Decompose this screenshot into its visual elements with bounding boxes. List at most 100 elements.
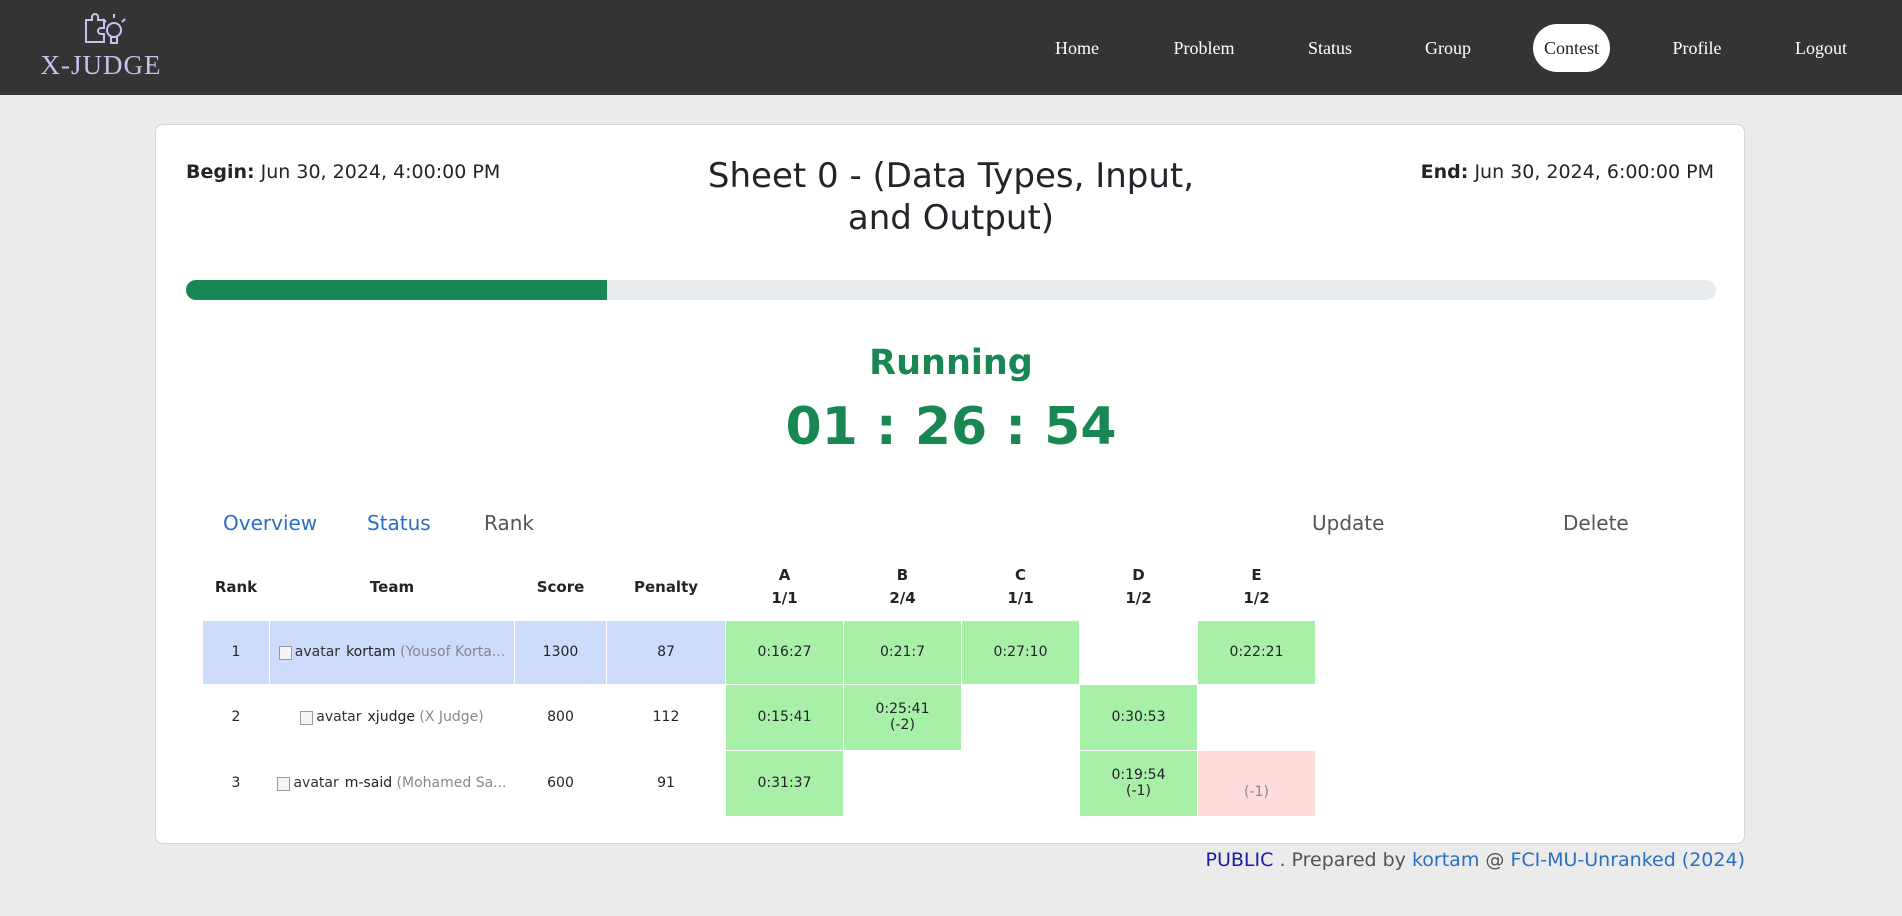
nav-group[interactable]: Group bbox=[1418, 24, 1478, 72]
problem-cell-empty bbox=[961, 749, 1080, 817]
problem-cell-empty bbox=[1079, 619, 1198, 685]
team-cell[interactable]: avatar kortam (Yousof Korta... bbox=[269, 619, 515, 685]
problem-cell-accepted[interactable]: 0:19:54 (-1) bbox=[1079, 749, 1198, 817]
solve-time: 0:19:54 bbox=[1111, 767, 1166, 783]
nav-problem[interactable]: Problem bbox=[1165, 24, 1243, 72]
team-fullname: (X Judge) bbox=[419, 709, 484, 725]
begin-value: Jun 30, 2024, 4:00:00 PM bbox=[260, 161, 501, 183]
end-time: End: Jun 30, 2024, 6:00:00 PM bbox=[1421, 161, 1714, 183]
problem-ratio: 1/2 bbox=[1125, 589, 1152, 608]
team-handle[interactable]: kortam bbox=[346, 644, 396, 660]
problem-ratio: 1/1 bbox=[1007, 589, 1034, 608]
rank-cell: 1 bbox=[202, 619, 270, 685]
wrong-attempts: (-1) bbox=[1244, 784, 1269, 800]
author-link[interactable]: kortam bbox=[1412, 849, 1479, 871]
wrong-attempts: (-1) bbox=[1126, 783, 1151, 799]
puzzle-lightbulb-icon bbox=[85, 13, 126, 44]
problem-cell-rejected[interactable]: (-1) bbox=[1197, 749, 1316, 817]
problem-letter: C bbox=[1014, 566, 1026, 585]
table-row: 2 avatar xjudge (X Judge) 800 112 0:15:41… bbox=[202, 683, 1316, 751]
problem-cell-accepted[interactable]: 0:31:37 bbox=[725, 749, 844, 817]
problem-letter: E bbox=[1251, 566, 1262, 585]
nav-logout[interactable]: Logout bbox=[1790, 24, 1852, 72]
problem-cell-accepted[interactable]: 0:16:27 bbox=[725, 619, 844, 685]
contest-card: Begin: Jun 30, 2024, 4:00:00 PM Sheet 0 … bbox=[155, 124, 1745, 844]
solve-time: 0:21:7 bbox=[879, 644, 926, 660]
visibility-badge: PUBLIC bbox=[1205, 849, 1274, 871]
table-row: 1 avatar kortam (Yousof Korta... 1300 87 … bbox=[202, 619, 1316, 685]
contest-status: Running bbox=[869, 343, 1033, 383]
countdown-timer: 01 : 26 : 54 bbox=[785, 397, 1117, 457]
team-handle[interactable]: xjudge bbox=[368, 709, 415, 725]
header-rank: Rank bbox=[214, 577, 258, 596]
prepared-by-text: . Prepared by bbox=[1279, 849, 1406, 871]
problem-cell-accepted[interactable]: 0:22:21 bbox=[1197, 619, 1316, 685]
problem-cell-accepted[interactable]: 0:15:41 bbox=[725, 683, 844, 751]
nav-contest[interactable]: Contest bbox=[1533, 24, 1610, 72]
nav-profile[interactable]: Profile bbox=[1668, 24, 1726, 72]
score-cell: 600 bbox=[514, 749, 607, 817]
penalty-cell: 91 bbox=[606, 749, 726, 817]
brand-logo[interactable]: X-JUDGE bbox=[36, 10, 166, 82]
tab-status[interactable]: Status bbox=[367, 511, 431, 535]
problem-cell-accepted[interactable]: 0:21:7 bbox=[843, 619, 962, 685]
broken-image-icon bbox=[278, 646, 292, 660]
contest-title: Sheet 0 - (Data Types, Input, and Output… bbox=[707, 156, 1195, 238]
avatar-alt: avatar bbox=[294, 644, 341, 660]
penalty-cell: 112 bbox=[606, 683, 726, 751]
group-link[interactable]: FCI-MU-Unranked (2024) bbox=[1510, 849, 1745, 871]
table-row: 3 avatar m-said (Mohamed Sa... 600 91 0:3… bbox=[202, 749, 1316, 817]
score-cell: 800 bbox=[514, 683, 607, 751]
begin-time: Begin: Jun 30, 2024, 4:00:00 PM bbox=[186, 161, 500, 183]
delete-button[interactable]: Delete bbox=[1563, 511, 1629, 535]
team-fullname: (Mohamed Sa... bbox=[396, 775, 507, 791]
team-handle[interactable]: m-said bbox=[345, 775, 392, 791]
avatar-alt: avatar bbox=[293, 775, 339, 791]
tab-overview[interactable]: Overview bbox=[223, 511, 317, 535]
solve-time: 0:15:41 bbox=[757, 709, 812, 725]
solve-time: 0:16:27 bbox=[757, 644, 812, 660]
nav-home[interactable]: Home bbox=[1040, 24, 1114, 72]
broken-image-icon bbox=[277, 777, 291, 791]
end-label: End: bbox=[1420, 161, 1469, 183]
avatar: avatar bbox=[278, 644, 341, 660]
end-value: Jun 30, 2024, 6:00:00 PM bbox=[1474, 161, 1714, 183]
problem-ratio: 1/1 bbox=[771, 589, 798, 608]
footer: PUBLIC . Prepared by kortam @ FCI-MU-Unr… bbox=[1206, 849, 1745, 871]
header-problem-c[interactable]: C 1/1 bbox=[962, 555, 1080, 620]
solve-time: 0:22:21 bbox=[1229, 644, 1284, 660]
header-team: Team bbox=[369, 577, 415, 596]
avatar: avatar bbox=[277, 775, 339, 791]
problem-ratio: 1/2 bbox=[1243, 589, 1270, 608]
team-cell[interactable]: avatar xjudge (X Judge) bbox=[269, 683, 515, 751]
nav-status[interactable]: Status bbox=[1300, 24, 1360, 72]
team-cell[interactable]: avatar m-said (Mohamed Sa... bbox=[269, 749, 515, 817]
navbar: X-JUDGE Home Problem Status Group Contes… bbox=[0, 0, 1902, 95]
avatar: avatar bbox=[300, 709, 362, 725]
update-button[interactable]: Update bbox=[1312, 511, 1384, 535]
brand-name: X-JUDGE bbox=[40, 50, 162, 80]
score-cell: 1300 bbox=[514, 619, 607, 685]
team-fullname: (Yousof Korta... bbox=[400, 644, 506, 660]
problem-cell-accepted[interactable]: 0:25:41 (-2) bbox=[843, 683, 962, 751]
at-sign: @ bbox=[1485, 849, 1505, 871]
solve-time: 0:27:10 bbox=[993, 644, 1048, 660]
broken-image-icon bbox=[300, 711, 314, 725]
header-problem-b[interactable]: B 2/4 bbox=[844, 555, 962, 620]
problem-cell-empty bbox=[843, 749, 962, 817]
solve-time: 0:25:41 bbox=[875, 701, 930, 717]
problem-cell-accepted[interactable]: 0:27:10 bbox=[961, 619, 1080, 685]
problem-cell-accepted[interactable]: 0:30:53 bbox=[1079, 683, 1198, 751]
table-header-row: Rank Team Score Penalty A 1/1 B 2/4 C 1/1 D… bbox=[203, 555, 1316, 620]
rank-cell: 2 bbox=[202, 683, 270, 751]
header-penalty: Penalty bbox=[633, 577, 699, 596]
header-problem-d[interactable]: D 1/2 bbox=[1080, 555, 1198, 620]
header-problem-a[interactable]: A 1/1 bbox=[726, 555, 844, 620]
wrong-attempts: (-2) bbox=[890, 717, 915, 733]
problem-letter: A bbox=[778, 566, 791, 585]
contest-progress-bar bbox=[186, 280, 1716, 300]
tab-rank[interactable]: Rank bbox=[484, 511, 534, 535]
problem-letter: B bbox=[896, 566, 909, 585]
problem-cell-empty bbox=[1197, 683, 1316, 751]
header-problem-e[interactable]: E 1/2 bbox=[1198, 555, 1316, 620]
